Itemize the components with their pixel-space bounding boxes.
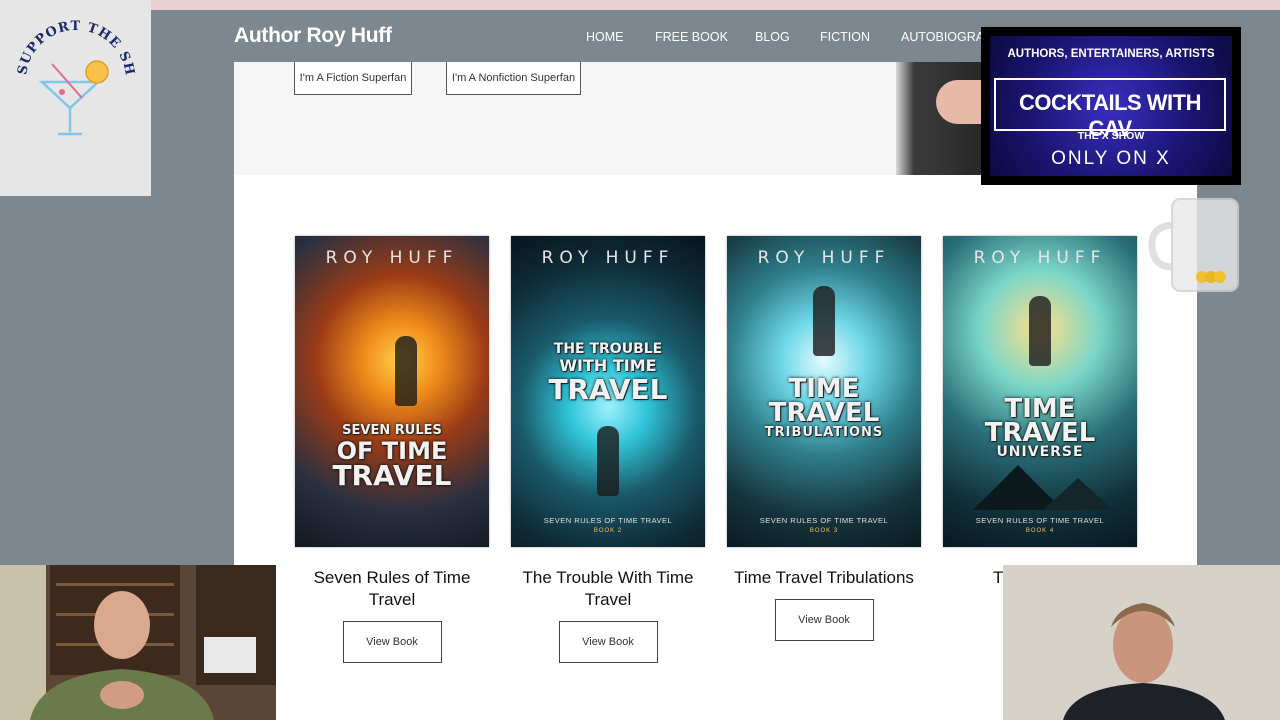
cover-title-line: UNIVERSE <box>996 444 1084 460</box>
nav-blog[interactable]: BLOG <box>755 30 790 44</box>
webcam-feed-host <box>0 565 276 720</box>
cover-author: ROY HUFF <box>325 248 459 268</box>
guest-video <box>1003 565 1280 720</box>
book-cover[interactable]: ROY HUFF TIME TRAVEL UNIVERSE SEVEN RULE… <box>943 236 1137 547</box>
cover-series: SEVEN RULES OF TIME TRAVEL <box>543 516 673 525</box>
cover-figure <box>813 286 835 356</box>
cover-book-number: BOOK 2 <box>593 528 623 534</box>
book-title[interactable]: Seven Rules of Time Travel <box>295 567 489 611</box>
cover-author: ROY HUFF <box>757 248 891 268</box>
svg-text:SUPPORT THE SHOW: SUPPORT THE SHOW <box>0 0 137 77</box>
promo-tagline: AUTHORS, ENTERTAINERS, ARTISTS <box>1007 48 1215 60</box>
cover-figure <box>597 426 619 496</box>
book-cover[interactable]: ROY HUFF SEVEN RULES OF TIME TRAVEL <box>295 236 489 547</box>
support-text: SUPPORT THE SHOW <box>0 0 136 77</box>
site-title[interactable]: Author Roy Huff <box>234 24 392 48</box>
tip-jar-icon <box>1148 198 1239 292</box>
book-cover[interactable]: ROY HUFF THE TROUBLE WITH TIME TRAVEL SE… <box>511 236 705 547</box>
cocktails-with-cav-promo: AUTHORS, ENTERTAINERS, ARTISTS COCKTAILS… <box>981 27 1241 185</box>
webcam-feed-guest <box>1003 565 1280 720</box>
cover-title-line: TRAVEL <box>984 418 1096 448</box>
book-title[interactable]: The Trouble With Time Travel <box>511 567 705 611</box>
cover-title-line: THE TROUBLE <box>553 341 663 357</box>
cover-title-line: TRIBULATIONS <box>764 425 884 440</box>
cover-figure <box>395 336 417 406</box>
cover-title-line: TRAVEL <box>768 398 880 428</box>
cover-title-line: WITH TIME <box>559 356 657 375</box>
top-accent-strip <box>150 0 1280 10</box>
nav-autobiography[interactable]: AUTOBIOGRA <box>901 30 984 44</box>
cover-book-number: BOOK 3 <box>809 528 839 534</box>
cover-book-number: BOOK 4 <box>1025 528 1055 534</box>
view-book-button[interactable]: View Book <box>774 599 874 641</box>
promo-platform: ONLY ON X <box>1051 148 1171 169</box>
cover-figure <box>1029 296 1051 366</box>
cover-series: SEVEN RULES OF TIME TRAVEL <box>759 516 889 525</box>
book-title[interactable]: Time Travel Tribulations <box>727 567 921 589</box>
book-card: ROY HUFF TIME TRAVEL TRIBULATIONS SEVEN … <box>727 236 921 641</box>
cover-title-line: TRAVEL <box>332 459 452 492</box>
book-card: ROY HUFF TIME TRAVEL UNIVERSE SEVEN RULE… <box>943 236 1137 589</box>
book-cover[interactable]: ROY HUFF TIME TRAVEL TRIBULATIONS SEVEN … <box>727 236 921 547</box>
nav-fiction[interactable]: FICTION <box>820 30 870 44</box>
support-the-show-logo: SUPPORT THE SHOW <box>0 0 137 136</box>
book-card: ROY HUFF SEVEN RULES OF TIME TRAVEL Seve… <box>295 236 489 663</box>
fiction-superfan-button[interactable]: I'm A Fiction Superfan <box>294 62 412 95</box>
cover-title-line: TRAVEL <box>548 373 668 406</box>
promo-title-box: COCKTAILS WITH CAV <box>994 78 1226 141</box>
promo-banner: AUTHORS, ENTERTAINERS, ARTISTS COCKTAILS… <box>990 36 1232 176</box>
cover-series: SEVEN RULES OF TIME TRAVEL <box>975 516 1105 525</box>
cover-title-line: SEVEN RULES <box>342 423 442 438</box>
nonfiction-superfan-button[interactable]: I'm A Nonfiction Superfan <box>446 62 581 95</box>
nav-free-book[interactable]: FREE BOOK <box>655 30 728 44</box>
book-card: ROY HUFF THE TROUBLE WITH TIME TRAVEL SE… <box>511 236 705 663</box>
cover-author: ROY HUFF <box>541 248 675 268</box>
host-video <box>0 565 276 720</box>
pyramids-graphic <box>973 465 1113 510</box>
promo-subtitle: THE X SHOW <box>1077 130 1145 142</box>
support-the-show-overlay: SUPPORT THE SHOW <box>0 0 151 196</box>
view-book-button[interactable]: View Book <box>558 621 658 663</box>
view-book-button[interactable]: View Book <box>342 621 442 663</box>
cover-author: ROY HUFF <box>973 248 1107 268</box>
nav-home[interactable]: HOME <box>586 30 624 44</box>
